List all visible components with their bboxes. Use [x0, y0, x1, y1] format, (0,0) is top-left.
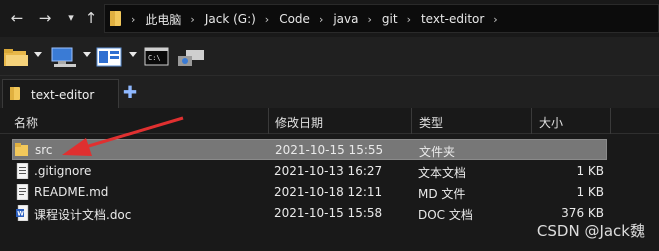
column-header-name[interactable]: 名称: [14, 114, 38, 131]
file-row-selected[interactable]: src 2021-10-15 15:55 文件夹: [12, 139, 607, 160]
network-drive-icon[interactable]: [50, 46, 78, 68]
breadcrumb-item-java[interactable]: java: [333, 12, 358, 26]
address-bar[interactable]: › 此电脑 › Jack (G:) › Code › java › git › …: [104, 4, 659, 33]
breadcrumb-separator-icon: ›: [318, 12, 324, 26]
back-icon[interactable]: ←: [8, 8, 26, 28]
file-type: 文件夹: [419, 145, 456, 159]
breadcrumb-item-drive[interactable]: Jack (G:): [205, 12, 256, 26]
column-divider[interactable]: [411, 108, 412, 134]
folder-icon: [15, 143, 28, 156]
dropdown-arrow-icon[interactable]: [34, 52, 42, 57]
recent-dropdown-icon[interactable]: ▾: [62, 8, 80, 28]
column-header-type[interactable]: 类型: [419, 114, 443, 131]
file-row[interactable]: .gitignore 2021-10-13 16:27 文本文档 1 KB: [0, 161, 659, 182]
settings-tools-icon[interactable]: [176, 46, 206, 68]
text-file-icon: [16, 163, 29, 179]
file-row[interactable]: README.md 2021-10-18 12:11 MD 文件 1 KB: [0, 182, 659, 203]
file-name: README.md: [34, 185, 109, 199]
column-divider[interactable]: [531, 108, 532, 134]
column-header-size[interactable]: 大小: [539, 114, 563, 131]
file-size: 1 KB: [576, 185, 604, 199]
breadcrumb-item-text-editor[interactable]: text-editor: [421, 12, 484, 26]
folder-icon: [110, 11, 121, 26]
address-row: ← → ▾ ↑ › 此电脑 › Jack (G:) › Code › java …: [0, 0, 659, 37]
new-tab-icon[interactable]: ✚: [122, 85, 138, 102]
view-options-icon[interactable]: [96, 46, 124, 68]
toolbar: C:\: [0, 37, 659, 75]
file-type: MD 文件: [418, 187, 466, 201]
tab-label: text-editor: [31, 88, 95, 102]
up-icon[interactable]: ↑: [82, 8, 100, 28]
file-modified: 2021-10-13 16:27: [274, 164, 383, 178]
breadcrumb-separator-icon: ›: [131, 12, 136, 26]
dropdown-arrow-icon[interactable]: [129, 52, 137, 57]
tab-text-editor[interactable]: text-editor: [2, 79, 119, 109]
dropdown-arrow-icon[interactable]: [83, 52, 91, 57]
breadcrumb-item-git[interactable]: git: [382, 12, 398, 26]
word-doc-icon: W: [16, 205, 29, 221]
file-type: DOC 文档: [418, 208, 473, 222]
file-size: 376 KB: [561, 206, 604, 220]
file-modified: 2021-10-18 12:11: [274, 185, 383, 199]
breadcrumb-separator-icon: ›: [190, 12, 195, 26]
breadcrumb-separator-icon: ›: [493, 12, 498, 26]
file-modified: 2021-10-15 15:55: [275, 143, 384, 157]
file-type: 文本文档: [418, 166, 467, 180]
column-divider[interactable]: [610, 108, 611, 134]
file-size: 1 KB: [576, 164, 604, 178]
open-folder-icon[interactable]: [3, 46, 29, 68]
svg-text:W: W: [17, 211, 24, 218]
breadcrumb-separator-icon: ›: [264, 12, 270, 26]
tab-strip: text-editor ✚: [0, 75, 659, 109]
column-divider[interactable]: [268, 108, 269, 134]
column-header-modified[interactable]: 修改日期: [275, 114, 323, 131]
file-modified: 2021-10-15 15:58: [274, 206, 383, 220]
file-name: 课程设计文档.doc: [34, 208, 132, 222]
watermark: CSDN @Jack魏: [536, 222, 645, 240]
folder-icon: [10, 87, 20, 100]
column-header-row: 名称 修改日期 类型 大小: [0, 108, 659, 134]
breadcrumb-separator-icon: ›: [406, 12, 411, 26]
command-prompt-icon[interactable]: C:\: [144, 46, 170, 68]
breadcrumb: › 此电脑 › Jack (G:) › Code › java › git › …: [131, 11, 508, 27]
breadcrumb-item-code[interactable]: Code: [279, 12, 310, 26]
svg-text:C:\: C:\: [148, 54, 161, 62]
file-name: .gitignore: [34, 164, 92, 178]
file-name: src: [35, 143, 53, 157]
breadcrumb-separator-icon: ›: [367, 12, 372, 26]
forward-icon[interactable]: →: [36, 8, 54, 28]
breadcrumb-item-this-pc[interactable]: 此电脑: [145, 11, 181, 28]
md-file-icon: [16, 184, 29, 200]
